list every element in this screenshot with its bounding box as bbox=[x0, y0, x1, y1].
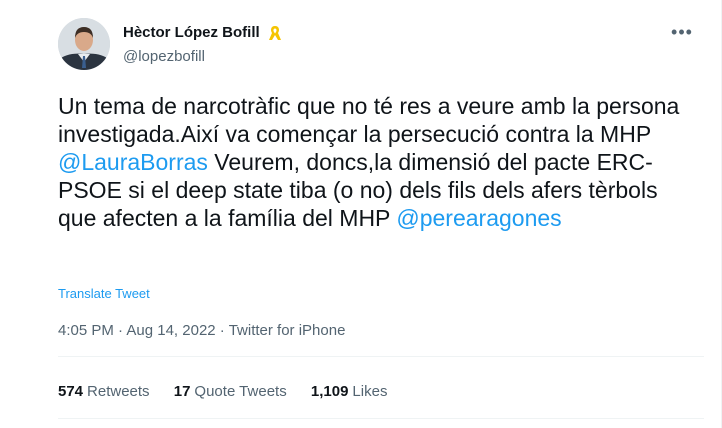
quote-tweets-label: Quote Tweets bbox=[194, 383, 287, 400]
tweet-text-part: Un tema de narcotràfic que no té res a v… bbox=[58, 93, 680, 147]
avatar[interactable] bbox=[58, 18, 110, 70]
divider bbox=[58, 356, 704, 357]
likes-stat[interactable]: 1,109 Likes bbox=[311, 383, 388, 400]
more-icon[interactable]: ••• bbox=[670, 22, 694, 42]
meta-separator: · bbox=[215, 322, 229, 339]
likes-count: 1,109 bbox=[310, 383, 349, 400]
quote-tweets-count: 17 bbox=[173, 383, 191, 400]
mention-link-perearagones[interactable]: @perearagones bbox=[396, 205, 561, 231]
divider bbox=[58, 418, 704, 419]
meta-separator: · bbox=[113, 322, 127, 339]
avatar-photo bbox=[58, 18, 110, 70]
retweets-count: 574 bbox=[58, 383, 84, 400]
likes-label: Likes bbox=[352, 383, 388, 400]
tweet-stats: 574 Retweets 17 Quote Tweets 1,109 Likes bbox=[58, 383, 407, 400]
author-handle[interactable]: @lopezbofill bbox=[123, 47, 282, 67]
yellow-ribbon-icon bbox=[268, 24, 282, 42]
author-block: Hèctor López Bofill @lopezbofill bbox=[123, 23, 282, 67]
retweets-label: Retweets bbox=[87, 383, 150, 400]
tweet-text: Un tema de narcotràfic que no té res a v… bbox=[58, 92, 698, 232]
tweet-source[interactable]: Twitter for iPhone bbox=[229, 322, 346, 339]
tweet-card: Hèctor López Bofill @lopezbofill ••• Un … bbox=[0, 0, 722, 428]
author-display-name[interactable]: Hèctor López Bofill bbox=[123, 23, 260, 43]
tweet-time[interactable]: 4:05 PM bbox=[58, 322, 114, 339]
mention-link-lauraborras[interactable]: @LauraBorras bbox=[58, 149, 208, 175]
tweet-date[interactable]: Aug 14, 2022 bbox=[126, 322, 215, 339]
translate-tweet-link[interactable]: Translate Tweet bbox=[58, 286, 150, 301]
retweets-stat[interactable]: 574 Retweets bbox=[58, 383, 150, 400]
tweet-meta: 4:05 PM · Aug 14, 2022 · Twitter for iPh… bbox=[58, 322, 345, 339]
quote-tweets-stat[interactable]: 17 Quote Tweets bbox=[174, 383, 287, 400]
